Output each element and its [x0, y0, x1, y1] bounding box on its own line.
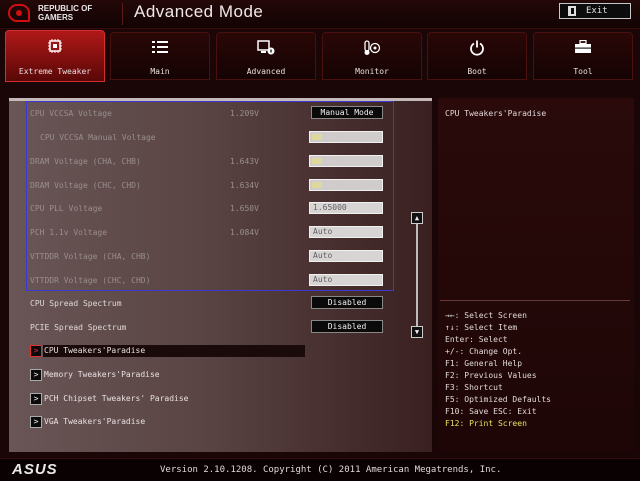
- tab-label: Monitor: [355, 67, 389, 76]
- scroll-down-button[interactable]: ▼: [411, 326, 423, 338]
- selection-highlight-box: [26, 101, 394, 291]
- setting-label-pch-voltage: PCH 1.1v Voltage: [30, 228, 108, 237]
- help-key-f1: F1: General Help: [445, 359, 523, 368]
- title-divider: [122, 3, 123, 25]
- help-key-select-item: ↑↓: Select Item: [445, 323, 518, 332]
- tab-extreme-tweaker[interactable]: Extreme Tweaker: [5, 30, 105, 82]
- page-title: Advanced Mode: [134, 2, 264, 21]
- help-title: CPU Tweakers'Paradise: [445, 109, 547, 118]
- cpu-pll-voltage-input[interactable]: 1.65000: [309, 202, 383, 214]
- submenu-label: VGA Tweakers'Paradise: [44, 417, 146, 426]
- help-key-f5: F5: Optimized Defaults: [445, 395, 551, 404]
- tab-main[interactable]: Main: [110, 32, 210, 80]
- cpu-vccsa-mode-button[interactable]: Manual Mode: [311, 106, 383, 119]
- rog-eye-icon: [8, 4, 30, 22]
- cpu-spread-spectrum-button[interactable]: Disabled: [311, 296, 383, 309]
- asus-logo: ASUS: [12, 461, 58, 478]
- help-key-change-opt: +/-: Change Opt.: [445, 347, 523, 356]
- setting-value-cpu-pll: 1.650V: [230, 204, 259, 213]
- exit-button[interactable]: Exit: [559, 3, 631, 19]
- tab-tool[interactable]: Tool: [533, 32, 633, 80]
- tab-label: Extreme Tweaker: [18, 67, 92, 76]
- help-key-select-screen: →←: Select Screen: [445, 311, 527, 320]
- logo-line1: REPUBLIC OF: [38, 4, 93, 13]
- advanced-settings-icon: [217, 40, 315, 60]
- tab-label: Boot: [467, 67, 487, 76]
- vttddr-cd-voltage-input[interactable]: Auto: [309, 274, 383, 286]
- submenu-vga-tweakers-paradise[interactable]: > VGA Tweakers'Paradise: [30, 416, 306, 429]
- setting-label-cpu-vccsa-manual: CPU VCCSA Manual Voltage: [40, 133, 156, 142]
- setting-value-dram-cd: 1.634V: [230, 181, 259, 190]
- setting-label-cpu-pll: CPU PLL Voltage: [30, 204, 103, 213]
- pcie-spread-spectrum-button[interactable]: Disabled: [311, 320, 383, 333]
- tab-label: Advanced: [246, 67, 286, 76]
- dram-cd-voltage-input[interactable]: [309, 179, 383, 191]
- rog-logo: REPUBLIC OF GAMERS: [6, 2, 116, 26]
- setting-label-pcie-spread-spectrum: PCIE Spread Spectrum: [30, 323, 127, 332]
- chevron-right-icon: >: [30, 345, 42, 357]
- setting-label-vttddr-ab: VTTDDR Voltage (CHA, CHB): [30, 252, 151, 261]
- chevron-right-icon: >: [30, 369, 42, 381]
- help-key-f2: F2: Previous Values: [445, 371, 537, 380]
- exit-label: Exit: [586, 6, 608, 16]
- scrollbar-track[interactable]: [416, 224, 418, 326]
- cpu-vccsa-manual-input[interactable]: [309, 131, 383, 143]
- setting-label-cpu-spread-spectrum: CPU Spread Spectrum: [30, 299, 122, 308]
- submenu-label: PCH Chipset Tweakers' Paradise: [44, 394, 189, 403]
- vttddr-ab-voltage-input[interactable]: Auto: [309, 250, 383, 262]
- setting-label-dram-ab: DRAM Voltage (CHA, CHB): [30, 157, 141, 166]
- chevron-right-icon: >: [30, 393, 42, 405]
- setting-value-dram-ab: 1.643V: [230, 157, 259, 166]
- logo-line2: GAMERS: [38, 13, 74, 22]
- help-key-enter: Enter: Select: [445, 335, 508, 344]
- version-text: Version 2.10.1208. Copyright (C) 2011 Am…: [160, 465, 502, 475]
- setting-value-cpu-vccsa: 1.209V: [230, 109, 259, 118]
- tab-monitor[interactable]: Monitor: [322, 32, 422, 80]
- tab-boot[interactable]: Boot: [427, 32, 527, 80]
- tab-advanced[interactable]: Advanced: [216, 32, 316, 80]
- tab-bar: Extreme Tweaker Main Advanced Monitor Bo…: [0, 30, 640, 82]
- setting-label-dram-cd: DRAM Voltage (CHC, CHD): [30, 181, 141, 190]
- setting-value-pch-voltage: 1.084V: [230, 228, 259, 237]
- exit-door-icon: [568, 6, 576, 16]
- scroll-up-button[interactable]: ▲: [411, 212, 423, 224]
- list-icon: [111, 40, 209, 58]
- tab-label: Tool: [573, 67, 593, 76]
- dram-ab-voltage-input[interactable]: [309, 155, 383, 167]
- submenu-label: CPU Tweakers'Paradise: [44, 346, 146, 355]
- help-divider: [440, 300, 630, 301]
- setting-label-cpu-vccsa: CPU VCCSA Voltage: [30, 109, 112, 118]
- submenu-memory-tweakers-paradise[interactable]: > Memory Tweakers'Paradise: [30, 369, 306, 382]
- toolbox-icon: [534, 39, 632, 58]
- setting-label-vttddr-cd: VTTDDR Voltage (CHC, CHD): [30, 276, 151, 285]
- help-key-f3: F3: Shortcut: [445, 383, 503, 392]
- cpu-chip-icon: [6, 38, 104, 58]
- submenu-pch-chipset-tweakers-paradise[interactable]: > PCH Chipset Tweakers' Paradise: [30, 393, 306, 406]
- submenu-label: Memory Tweakers'Paradise: [44, 370, 160, 379]
- pch-voltage-input[interactable]: Auto: [309, 226, 383, 238]
- thermometer-fan-icon: [323, 40, 421, 60]
- tab-label: Main: [150, 67, 170, 76]
- help-key-f12: F12: Print Screen: [445, 419, 527, 428]
- power-icon: [428, 40, 526, 60]
- submenu-cpu-tweakers-paradise[interactable]: > CPU Tweakers'Paradise: [30, 345, 306, 358]
- chevron-right-icon: >: [30, 416, 42, 428]
- help-key-f10-esc: F10: Save ESC: Exit: [445, 407, 537, 416]
